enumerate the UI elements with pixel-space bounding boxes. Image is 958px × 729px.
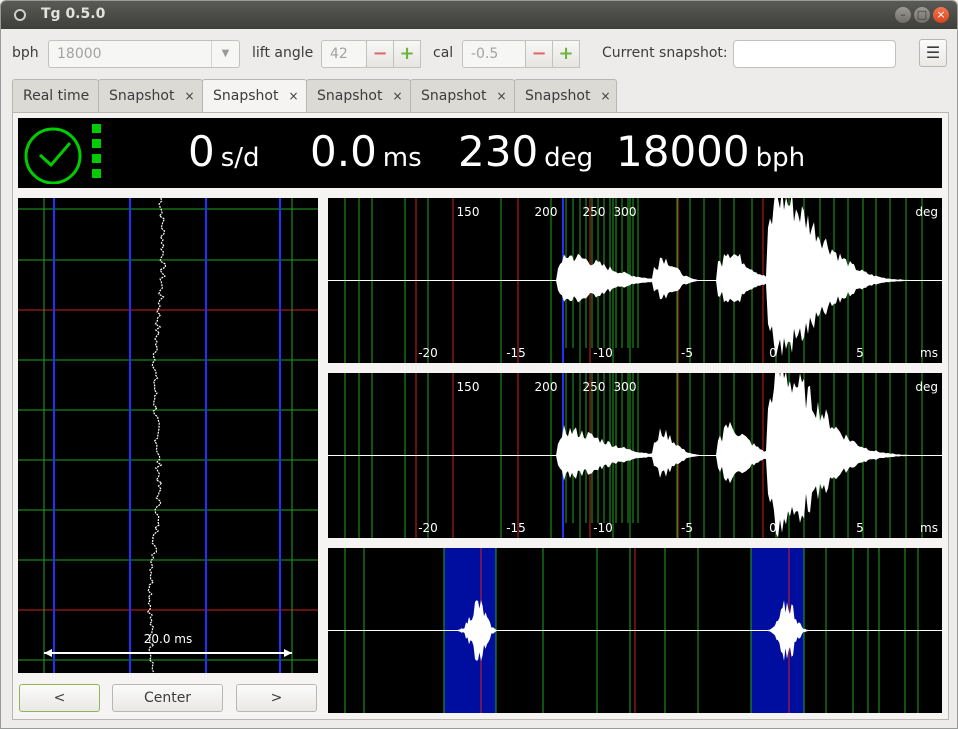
bph-display-unit: bph: [755, 143, 806, 173]
center-button[interactable]: Center: [112, 684, 223, 712]
tab-label: Snapshot: [525, 88, 591, 104]
beat-error-unit: ms: [382, 143, 422, 173]
app-window: Tg 0.5.0 – □ × bph 18000 ▼ lift angle 42…: [0, 0, 958, 729]
ms-tick-label: -20: [418, 346, 438, 360]
signal-bar: [92, 124, 101, 133]
amplitude-value: 230: [458, 127, 539, 176]
deg-tick-label: 300: [614, 205, 637, 219]
previous-button[interactable]: <: [19, 684, 100, 712]
amplitude-unit: deg: [544, 143, 594, 173]
paperstrip-canvas: 20.0 ms: [18, 198, 318, 673]
tab-snapshot-2[interactable]: Snapshot ×: [202, 79, 307, 114]
tab-close-icon[interactable]: ×: [600, 89, 610, 103]
lift-angle-label: lift angle: [252, 45, 314, 61]
ms-unit-label: ms: [920, 346, 938, 360]
status-display: 0 s/d 0.0 ms 230 deg 18000 bph: [18, 118, 942, 188]
hamburger-menu-icon[interactable]: ☰: [919, 39, 947, 67]
waveform-plot-1[interactable]: 150 200 250 300 deg -20 -15 -10 -5 0 5 ms: [328, 198, 942, 363]
waveform-plot-2[interactable]: 150 200 250 300 deg -20 -15 -10 -5 0 5 ms: [328, 373, 942, 538]
toolbar: bph 18000 ▼ lift angle 42 − + cal -0.5 −…: [1, 29, 957, 77]
tab-label: Snapshot: [421, 88, 487, 104]
bph-combo[interactable]: 18000 ▼: [48, 40, 240, 68]
app-icon: [14, 9, 26, 21]
current-snapshot-label: Current snapshot:: [602, 45, 728, 61]
tab-close-icon[interactable]: ×: [184, 89, 194, 103]
deg-tick-label: 250: [583, 380, 606, 394]
window-title: Tg 0.5.0: [41, 6, 106, 22]
waveform-canvas-1: 150 200 250 300 deg -20 -15 -10 -5 0 5 ms: [328, 198, 942, 363]
amplitude-readout: 230 deg: [458, 130, 593, 174]
next-button[interactable]: >: [236, 684, 317, 712]
ms-tick-label: -5: [681, 521, 693, 535]
title-bar[interactable]: Tg 0.5.0 – □ ×: [1, 1, 957, 29]
cal-label: cal: [433, 45, 454, 61]
maximize-icon[interactable]: □: [914, 7, 930, 23]
deg-unit-label: deg: [915, 205, 938, 219]
scale-bar: [44, 649, 292, 657]
ms-tick-label: 5: [856, 346, 864, 360]
ms-tick-label: -20: [418, 521, 438, 535]
minimize-icon[interactable]: –: [895, 7, 911, 23]
lift-angle-field[interactable]: 42: [321, 40, 367, 68]
paperstrip-trace: [146, 198, 166, 673]
tab-snapshot-3[interactable]: Snapshot ×: [306, 79, 411, 113]
tab-snapshot-5[interactable]: Snapshot ×: [514, 79, 617, 113]
deg-tick-label: 150: [457, 380, 480, 394]
ms-tick-label: -15: [506, 521, 526, 535]
close-icon[interactable]: ×: [933, 7, 949, 23]
lift-angle-increase-button[interactable]: +: [393, 40, 421, 68]
ms-tick-label: -15: [506, 346, 526, 360]
ms-tick-label: -10: [593, 521, 613, 535]
beat-error-value: 0.0: [310, 127, 377, 176]
clock-check-icon: [24, 127, 82, 184]
period-plot[interactable]: [328, 548, 942, 713]
tab-label: Snapshot: [317, 88, 383, 104]
waveform-trace: [328, 198, 942, 358]
bph-label: bph: [12, 45, 39, 61]
ms-tick-label: 0: [769, 521, 777, 535]
bph-readout: 18000 bph: [616, 130, 805, 174]
tab-label: Real time: [23, 88, 90, 104]
signal-bar: [92, 154, 101, 163]
signal-bar: [92, 169, 101, 178]
snapshot-name-input[interactable]: [733, 40, 896, 68]
deg-unit-label: deg: [915, 380, 938, 394]
tab-close-icon[interactable]: ×: [288, 89, 298, 103]
ms-tick-label: 0: [769, 346, 777, 360]
ms-tick-label: 5: [856, 521, 864, 535]
rate-value: 0: [188, 127, 215, 176]
ms-tick-label: -5: [681, 346, 693, 360]
lift-angle-decrease-button[interactable]: −: [366, 40, 394, 68]
ms-tick-label: -10: [593, 346, 613, 360]
chevron-down-icon[interactable]: ▼: [211, 41, 239, 67]
deg-tick-label: 150: [457, 205, 480, 219]
bph-value: 18000: [57, 46, 102, 62]
rate-readout: 0 s/d: [188, 130, 260, 174]
waveform-canvas-2: 150 200 250 300 deg -20 -15 -10 -5 0 5 ms: [328, 373, 942, 538]
cal-field[interactable]: -0.5: [462, 40, 526, 68]
signal-bar: [92, 139, 101, 148]
period-canvas: [328, 548, 942, 713]
tab-snapshot-1[interactable]: Snapshot ×: [98, 79, 203, 113]
cal-increase-button[interactable]: +: [552, 40, 580, 68]
bph-display-value: 18000: [616, 127, 750, 176]
beat-error-readout: 0.0 ms: [310, 130, 422, 174]
tab-close-icon[interactable]: ×: [392, 89, 402, 103]
deg-tick-label: 200: [535, 205, 558, 219]
ms-unit-label: ms: [920, 521, 938, 535]
deg-tick-label: 250: [583, 205, 606, 219]
tab-real-time[interactable]: Real time: [12, 79, 99, 113]
deg-tick-label: 200: [535, 380, 558, 394]
deg-tick-label: 300: [614, 380, 637, 394]
tab-snapshot-4[interactable]: Snapshot ×: [410, 79, 515, 113]
rate-unit: s/d: [220, 143, 260, 173]
scale-label: 20.0 ms: [144, 632, 192, 646]
tab-label: Snapshot: [213, 88, 279, 104]
cal-decrease-button[interactable]: −: [525, 40, 553, 68]
paperstrip-plot[interactable]: 20.0 ms: [18, 198, 318, 673]
tab-label: Snapshot: [109, 88, 175, 104]
tab-close-icon[interactable]: ×: [496, 89, 506, 103]
